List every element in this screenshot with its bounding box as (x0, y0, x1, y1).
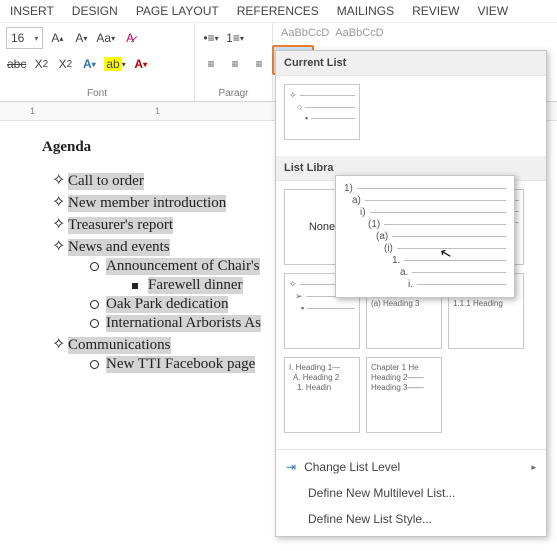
sparkle-bullet-icon: ✧ (52, 236, 68, 256)
align-right-button[interactable]: ≡ (249, 53, 269, 75)
list-item-text: New member introduction (68, 195, 226, 212)
style-preview-1[interactable]: AaBbCcD (281, 27, 329, 39)
list-preview-tooltip: 1)a)i)(1)(a)(i)1.a.i. (335, 175, 515, 298)
circle-bullet-icon (90, 258, 106, 275)
list-item-text: Farewell dinner (148, 277, 243, 294)
sparkle-bullet-icon: ✧ (52, 334, 68, 354)
tab-review[interactable]: REVIEW (412, 4, 459, 18)
numbering-button[interactable]: 1≡▾ (225, 27, 245, 49)
change-case-button[interactable]: Aa▾ (95, 27, 116, 49)
list-item-text: Treasurer's report (68, 217, 173, 234)
ribbon-tabs: INSERT DESIGN PAGE LAYOUT REFERENCES MAI… (0, 0, 557, 23)
list-item-text: News and events (68, 239, 170, 256)
tab-design[interactable]: DESIGN (72, 4, 118, 18)
paragraph-group-label: Paragr (195, 88, 272, 101)
strike-button[interactable]: abc (6, 53, 27, 75)
style-preview-2[interactable]: AaBbCcD (335, 27, 383, 39)
indent-icon: ⇥ (286, 460, 296, 474)
superscript-button[interactable]: X2 (55, 53, 75, 75)
font-color-button[interactable]: A▾ (131, 53, 151, 75)
font-group: 16 ▾ A▴ A▾ Aa▾ A̷ abc X2 X2 A▾ ab▾ A▾ Fo… (0, 23, 195, 101)
square-bullet-icon (132, 277, 148, 294)
circle-bullet-icon (90, 315, 106, 332)
list-item-text: Announcement of Chair's (106, 258, 260, 275)
tab-references[interactable]: REFERENCES (237, 4, 319, 18)
list-item-text: Oak Park dedication (106, 296, 228, 313)
circle-bullet-icon (90, 356, 106, 373)
tab-insert[interactable]: INSERT (10, 4, 54, 18)
thumb-lib-h[interactable]: Chapter 1 He Heading 2—— Heading 3—— (366, 357, 442, 433)
font-group-label: Font (0, 88, 194, 101)
change-list-level-item[interactable]: ⇥ Change List Level ▸ (276, 454, 546, 480)
tab-page-layout[interactable]: PAGE LAYOUT (136, 4, 219, 18)
font-size-value: 16 (11, 31, 24, 45)
clear-format-button[interactable]: A̷ (120, 27, 140, 49)
styles-group: AaBbCcD AaBbCcD All ▾ (273, 23, 557, 43)
subscript-button[interactable]: X2 (31, 53, 51, 75)
sparkle-bullet-icon: ✧ (52, 170, 68, 190)
thumb-lib-g[interactable]: I. Heading 1— A. Heading 2 1. Headin (284, 357, 360, 433)
define-multilevel-list-item[interactable]: Define New Multilevel List... (276, 480, 546, 506)
highlight-button[interactable]: ab▾ (103, 53, 126, 75)
align-center-button[interactable]: ≡ (225, 53, 245, 75)
list-item-text: Communications (68, 337, 171, 354)
list-item-text: International Arborists As (106, 315, 261, 332)
font-size-combo[interactable]: 16 ▾ (6, 27, 43, 49)
list-item-text: New TTI Facebook page (106, 356, 255, 373)
tab-mailings[interactable]: MAILINGS (337, 4, 394, 18)
bullets-button[interactable]: •≡▾ (201, 27, 221, 49)
align-left-button[interactable]: ≡ (201, 53, 221, 75)
tab-view[interactable]: VIEW (477, 4, 508, 18)
grow-font-button[interactable]: A▴ (47, 27, 67, 49)
thumb-current[interactable]: ✧ ○ ▪ (284, 84, 360, 140)
list-item-text: Call to order (68, 173, 144, 190)
dd-current-list-header: Current List (276, 51, 546, 76)
sparkle-bullet-icon: ✧ (52, 214, 68, 234)
paragraph-group: •≡▾ 1≡▾ ≡ ≡ ≡ Paragr (195, 23, 273, 101)
chevron-down-icon: ▾ (34, 34, 38, 43)
shrink-font-button[interactable]: A▾ (71, 27, 91, 49)
chevron-right-icon: ▸ (531, 462, 536, 473)
circle-bullet-icon (90, 296, 106, 313)
sparkle-bullet-icon: ✧ (52, 192, 68, 212)
text-effects-button[interactable]: A▾ (79, 53, 99, 75)
define-list-style-item[interactable]: Define New List Style... (276, 506, 546, 532)
